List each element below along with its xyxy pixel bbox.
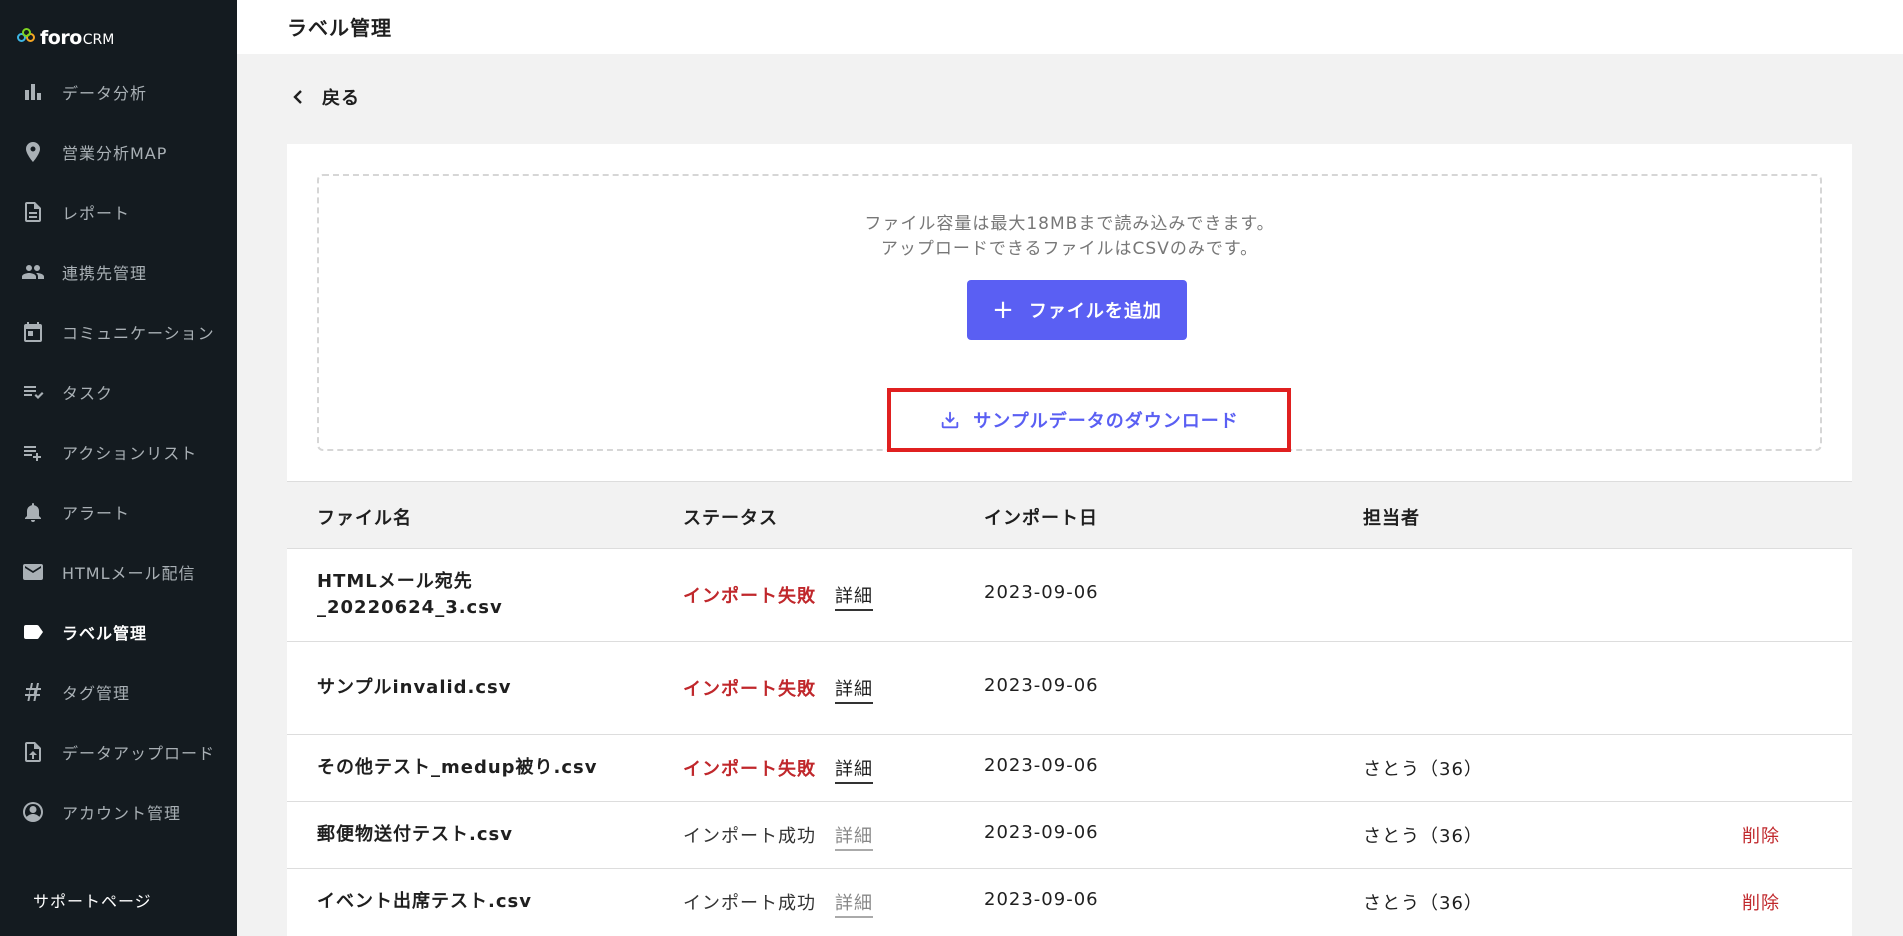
sidebar-item-label: アクションリスト: [62, 444, 198, 463]
hash-icon: [20, 679, 46, 705]
sidebar-item-communication[interactable]: コミュニケーション: [0, 302, 237, 362]
file-name: HTMLメール宛先_20220624_3.csv: [317, 571, 503, 618]
import-status: インポート失敗: [683, 679, 816, 700]
file-name: 郵便物送付テスト.csv: [317, 824, 513, 845]
owner-name: さとう（36）: [1363, 826, 1483, 847]
column-header-status: ステータス: [683, 508, 778, 529]
sidebar-item-contacts[interactable]: 連携先管理: [0, 242, 237, 302]
logo-mark-icon: [17, 28, 37, 48]
sidebar-item-sales-map[interactable]: 営業分析MAP: [0, 122, 237, 182]
sidebar-item-label: 連携先管理: [62, 264, 148, 283]
sidebar-item-task[interactable]: タスク: [0, 362, 237, 422]
map-pin-icon: [20, 139, 46, 165]
sidebar-item-label: コミュニケーション: [62, 324, 215, 343]
plus-icon: +: [992, 295, 1015, 325]
import-history-table: ファイル名 ステータス インポート日 担当者 HTMLメール宛先_2022062…: [287, 481, 1852, 936]
table-header: ファイル名 ステータス インポート日 担当者: [287, 481, 1852, 549]
sidebar-item-action-list[interactable]: アクションリスト: [0, 422, 237, 482]
detail-link[interactable]: 詳細: [835, 582, 873, 611]
delete-link[interactable]: 削除: [1742, 889, 1780, 915]
file-dropzone[interactable]: ファイル容量は最大18MBまで読み込みできます。 アップロードできるファイルはC…: [317, 174, 1822, 452]
people-icon: [20, 259, 46, 285]
add-file-button[interactable]: + ファイルを追加: [967, 280, 1187, 340]
sidebar-item-label: アカウント管理: [62, 804, 182, 823]
sidebar-item-label: HTMLメール配信: [62, 564, 196, 583]
sidebar-item-tag-management[interactable]: タグ管理: [0, 662, 237, 722]
sidebar: foro CRM データ分析 営業分析MAP レポート 連携先管理 コミュニケー…: [0, 0, 237, 936]
sidebar-item-label: タスク: [62, 384, 114, 403]
owner-name: さとう（36）: [1363, 893, 1483, 914]
document-icon: [20, 199, 46, 225]
import-date: 2023-09-06: [984, 889, 1099, 910]
sidebar-item-alert[interactable]: アラート: [0, 482, 237, 542]
sidebar-item-label: タグ管理: [62, 684, 131, 703]
support-page-link[interactable]: サポートページ: [33, 888, 152, 912]
foro-logo[interactable]: foro CRM: [17, 26, 114, 50]
import-status: インポート成功: [683, 893, 816, 914]
page-title: ラベル管理: [287, 16, 392, 40]
add-file-label: ファイルを追加: [1028, 301, 1162, 322]
chevron-left-icon: [293, 90, 302, 104]
import-status: インポート成功: [683, 826, 816, 847]
sidebar-item-html-mail[interactable]: HTMLメール配信: [0, 542, 237, 602]
column-header-date: インポート日: [984, 508, 1098, 529]
column-header-owner: 担当者: [1363, 508, 1420, 529]
import-status: インポート失敗: [683, 586, 816, 607]
sample-download-label: サンプルデータのダウンロード: [973, 411, 1239, 432]
import-status: インポート失敗: [683, 759, 816, 780]
sidebar-item-label: ラベル管理: [62, 624, 148, 643]
bell-icon: [20, 499, 46, 525]
file-name: サンプルinvalid.csv: [317, 677, 512, 698]
sidebar-item-label: アラート: [62, 504, 131, 523]
download-icon: [942, 411, 959, 429]
detail-link[interactable]: 詳細: [835, 675, 873, 704]
table-row: サンプルinvalid.csv インポート失敗 詳細 2023-09-06: [287, 642, 1852, 735]
owner-name: さとう（36）: [1363, 759, 1483, 780]
import-date: 2023-09-06: [984, 822, 1099, 843]
file-name: イベント出席テスト.csv: [317, 891, 532, 912]
sidebar-item-label: データ分析: [62, 84, 148, 103]
label-icon: [20, 619, 46, 645]
back-label: 戻る: [322, 88, 360, 109]
detail-link[interactable]: 詳細: [835, 822, 873, 851]
import-date: 2023-09-06: [984, 755, 1099, 776]
file-name: その他テスト_medup被り.csv: [317, 757, 598, 778]
sidebar-item-data-analysis[interactable]: データ分析: [0, 62, 237, 122]
page-header: ラベル管理: [237, 0, 1903, 54]
table-row: 郵便物送付テスト.csv インポート成功 詳細 2023-09-06 さとう（3…: [287, 802, 1852, 869]
upload-info-format: アップロードできるファイルはCSVのみです。: [880, 239, 1259, 259]
logo-crm: CRM: [82, 31, 115, 48]
column-header-file: ファイル名: [317, 508, 412, 529]
logo-text: foro: [40, 27, 82, 49]
import-date: 2023-09-06: [984, 675, 1099, 696]
delete-link[interactable]: 削除: [1742, 822, 1780, 848]
upload-info-size: ファイル容量は最大18MBまで読み込みできます。: [864, 214, 1275, 234]
sidebar-item-label-management[interactable]: ラベル管理: [0, 602, 237, 662]
table-row: その他テスト_medup被り.csv インポート失敗 詳細 2023-09-06…: [287, 735, 1852, 802]
sidebar-item-label: 営業分析MAP: [62, 144, 168, 163]
detail-link[interactable]: 詳細: [835, 755, 873, 784]
sidebar-item-account[interactable]: アカウント管理: [0, 782, 237, 842]
upload-card: ファイル容量は最大18MBまで読み込みできます。 アップロードできるファイルはC…: [287, 144, 1852, 936]
table-row: HTMLメール宛先_20220624_3.csv インポート失敗 詳細 2023…: [287, 549, 1852, 642]
sidebar-item-label: データアップロード: [62, 744, 216, 763]
playlist-add-icon: [20, 439, 46, 465]
account-circle-icon: [20, 799, 46, 825]
mail-icon: [20, 559, 46, 585]
sidebar-item-label: レポート: [62, 204, 131, 223]
bar-chart-icon: [20, 79, 46, 105]
sample-download-link[interactable]: サンプルデータのダウンロード: [887, 388, 1291, 452]
sidebar-item-report[interactable]: レポート: [0, 182, 237, 242]
import-date: 2023-09-06: [984, 582, 1099, 603]
detail-link[interactable]: 詳細: [835, 889, 873, 918]
table-row: イベント出席テスト.csv インポート成功 詳細 2023-09-06 さとう（…: [287, 869, 1852, 936]
sidebar-nav: データ分析 営業分析MAP レポート 連携先管理 コミュニケーション タスク ア…: [0, 62, 237, 842]
sidebar-item-data-upload[interactable]: データアップロード: [0, 722, 237, 782]
checklist-icon: [20, 379, 46, 405]
upload-file-icon: [20, 739, 46, 765]
calendar-icon: [20, 319, 46, 345]
back-button[interactable]: 戻る: [290, 84, 360, 110]
